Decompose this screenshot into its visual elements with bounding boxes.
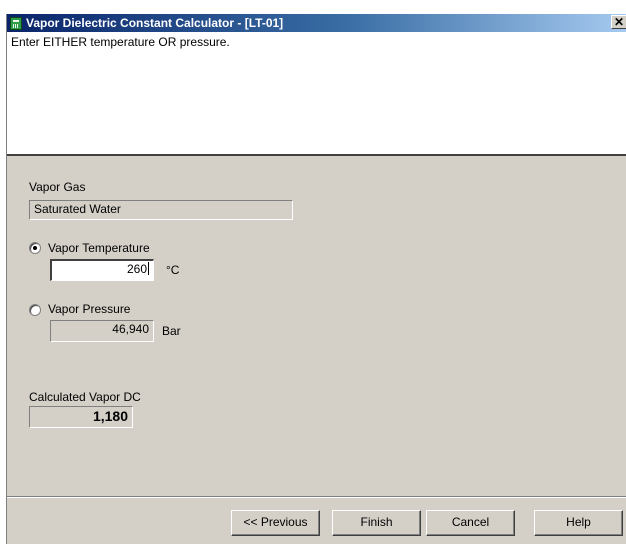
button-separator <box>7 496 626 498</box>
calculator-icon <box>10 16 22 30</box>
window-title: Vapor Dielectric Constant Calculator - [… <box>26 16 284 30</box>
title-bar: Vapor Dielectric Constant Calculator - [… <box>7 14 626 32</box>
vapor-pressure-radio[interactable] <box>29 304 41 316</box>
vapor-pressure-field: 46,940 <box>50 320 154 342</box>
vapor-temperature-value: 260 <box>126 262 147 276</box>
help-button[interactable]: Help <box>534 510 623 536</box>
vapor-pressure-value: 46,940 <box>112 322 149 336</box>
calculated-vapor-dc-value: 1,180 <box>92 408 128 424</box>
vapor-temperature-radio[interactable] <box>29 242 41 254</box>
text-caret <box>148 262 149 275</box>
instructions-text: Enter EITHER temperature OR pressure. <box>11 35 230 49</box>
vapor-gas-value: Saturated Water <box>34 202 121 216</box>
close-button[interactable]: ✕ <box>611 15 626 29</box>
calculator-dialog: Vapor Dielectric Constant Calculator - [… <box>6 14 626 544</box>
previous-button[interactable]: << Previous <box>231 510 320 536</box>
vapor-gas-field: Saturated Water <box>29 200 293 220</box>
instructions-panel: Enter EITHER temperature OR pressure. <box>7 32 626 156</box>
vapor-gas-label: Vapor Gas <box>29 180 86 194</box>
temperature-unit: °C <box>166 263 180 277</box>
calculated-vapor-dc-label: Calculated Vapor DC <box>29 390 141 404</box>
vapor-pressure-label[interactable]: Vapor Pressure <box>48 302 130 316</box>
vapor-temperature-label[interactable]: Vapor Temperature <box>48 241 150 255</box>
pressure-unit: Bar <box>162 324 181 338</box>
finish-button[interactable]: Finish <box>332 510 421 536</box>
cancel-button[interactable]: Cancel <box>426 510 515 536</box>
calculated-vapor-dc-field: 1,180 <box>29 406 133 428</box>
vapor-temperature-input[interactable]: 260 <box>50 259 154 281</box>
